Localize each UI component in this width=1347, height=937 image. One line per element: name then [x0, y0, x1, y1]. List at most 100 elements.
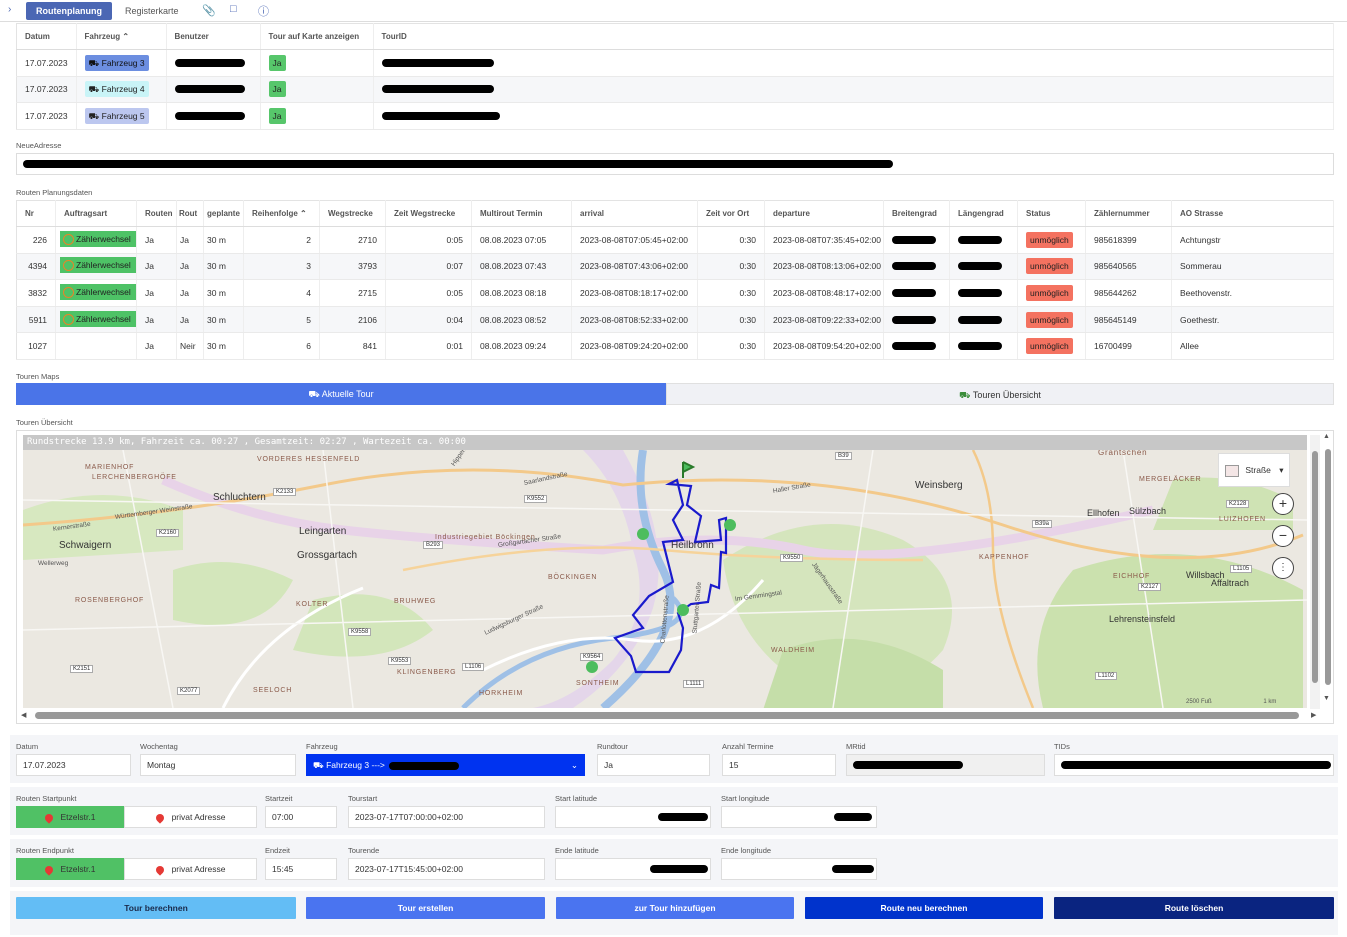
tab-routenplanung[interactable]: Routenplanung: [26, 2, 112, 20]
endzeit-input[interactable]: 15:45: [265, 858, 337, 880]
route-stop[interactable]: [724, 519, 736, 531]
zoom-in-button[interactable]: +: [1272, 493, 1294, 515]
inner-scrollbar-thumb[interactable]: [1312, 451, 1318, 683]
zoom-out-button[interactable]: −: [1272, 525, 1294, 547]
col-wegstrecke[interactable]: Wegstrecke: [319, 200, 386, 227]
cell-nr: 1027: [16, 332, 56, 360]
anzahl-termine-input[interactable]: 15: [722, 754, 836, 776]
karte-badge[interactable]: Ja: [268, 54, 286, 71]
layer-switcher[interactable]: Straße ▾: [1218, 453, 1290, 487]
table-row[interactable]: 5911 Zählerwechsel Ja Ja 30 m 5 2106 0:04 08.08.…: [16, 306, 1334, 334]
map-options-button[interactable]: ⋮: [1272, 557, 1294, 579]
caret-down-icon: ▾: [1279, 465, 1284, 475]
outer-scrollbar-thumb[interactable]: [1325, 449, 1331, 685]
route-stop[interactable]: [637, 528, 649, 540]
col-auftragsart[interactable]: Auftragsart: [55, 200, 137, 227]
scroll-left-icon[interactable]: ◀: [21, 711, 26, 719]
col-routen[interactable]: Routen: [136, 200, 177, 227]
col-reihenfolge[interactable]: Reihenfolge ⌃: [243, 200, 320, 227]
route-neu-berechnen-button[interactable]: Route neu berechnen: [805, 897, 1043, 919]
col-status[interactable]: Status: [1017, 200, 1086, 227]
redaction: [958, 315, 1002, 324]
tourstart-input[interactable]: 2023-07-17T07:00:00+02:00: [348, 806, 545, 828]
route-stop[interactable]: [677, 604, 689, 616]
table-row[interactable]: 3832 Zählerwechsel Ja Ja 30 m 4 2715 0:05 08.08.…: [16, 279, 1334, 307]
tab-touren-uebersicht[interactable]: ⛟ Touren Übersicht: [666, 383, 1334, 405]
vehicle-badge: ⛟ Fahrzeug 3: [84, 54, 149, 71]
start-latitude-input[interactable]: [555, 806, 711, 828]
col-fahrzeug[interactable]: Fahrzeug ⌃: [76, 23, 167, 50]
tour-erstellen-button[interactable]: Tour erstellen: [306, 897, 545, 919]
col-breitengrad[interactable]: Breitengrad: [883, 200, 950, 227]
inner-scrollbar[interactable]: [1310, 435, 1320, 709]
map-canvas[interactable]: Schluchtern Leingarten Grossgartach Schwaig…: [23, 450, 1307, 708]
route-loeschen-button[interactable]: Route löschen: [1054, 897, 1334, 919]
ende-latitude-input[interactable]: [555, 858, 711, 880]
karte-badge[interactable]: Ja: [268, 81, 286, 98]
comment-icon[interactable]: □: [230, 3, 237, 15]
auftragsart-badge: Zählerwechsel: [60, 257, 136, 274]
auftragsart-badge: Zählerwechsel: [60, 230, 136, 247]
horizontal-scrollbar[interactable]: ◀ ▶: [21, 711, 1321, 721]
col-multirout-termin[interactable]: Multirout Termin: [471, 200, 572, 227]
col-ao-strasse[interactable]: AO Strasse: [1171, 200, 1334, 227]
tids-input[interactable]: [1054, 754, 1334, 776]
route-stop[interactable]: [586, 661, 598, 673]
col-tourid[interactable]: TourID: [373, 23, 1335, 50]
paperclip-icon[interactable]: 📎: [202, 4, 216, 17]
col-zaehlernummer[interactable]: Zählernummer: [1085, 200, 1172, 227]
outer-scrollbar[interactable]: ▲ ▼: [1323, 433, 1333, 709]
col-laengengrad[interactable]: Längengrad: [949, 200, 1018, 227]
cell-weg: 2106: [319, 306, 386, 334]
scroll-down-icon[interactable]: ▼: [1323, 695, 1330, 702]
scroll-right-icon[interactable]: ▶: [1311, 711, 1316, 719]
scroll-up-icon[interactable]: ▲: [1323, 433, 1330, 440]
ende-longitude-label: Ende longitude: [721, 846, 772, 855]
col-tour-karte[interactable]: Tour auf Karte anzeigen: [260, 23, 374, 50]
col-zeit-wegstrecke[interactable]: Zeit Wegstrecke: [385, 200, 472, 227]
karte-badge[interactable]: Ja: [268, 107, 286, 124]
col-departure[interactable]: departure: [764, 200, 884, 227]
start-privat-toggle[interactable]: privat Adresse: [124, 806, 257, 828]
ende-longitude-input[interactable]: [721, 858, 877, 880]
cell-tourid: [373, 102, 1335, 130]
col-arrival[interactable]: arrival: [571, 200, 698, 227]
cell-fahrzeug: ⛟ Fahrzeug 3: [76, 49, 167, 77]
cell-benutzer: [166, 49, 261, 77]
col-nr[interactable]: Nr: [16, 200, 56, 227]
info-icon[interactable]: ⓘ: [258, 3, 269, 19]
datum-input[interactable]: 17.07.2023: [16, 754, 131, 776]
table-row[interactable]: 1027 Ja Neir 30 m 6 841 0:01 08.08.2023 09:24 20…: [16, 332, 1334, 360]
table-row[interactable]: 17.07.2023 ⛟ Fahrzeug 3 Ja: [16, 49, 1335, 77]
rundtour-input[interactable]: Ja: [597, 754, 710, 776]
tab-aktuelle-tour[interactable]: ⛟ Aktuelle Tour: [16, 383, 666, 405]
cell-lon: [949, 279, 1018, 307]
table-row[interactable]: 17.07.2023 ⛟ Fahrzeug 4 Ja: [16, 76, 1335, 104]
col-datum[interactable]: Datum: [16, 23, 77, 50]
cell-status: unmöglich: [1017, 279, 1086, 307]
startzeit-input[interactable]: 07:00: [265, 806, 337, 828]
tab-registerkarte[interactable]: Registerkarte: [115, 2, 189, 20]
chevron-right-icon[interactable]: ›: [8, 4, 11, 15]
start-home-toggle[interactable]: Etzelstr.1: [16, 806, 124, 828]
col-rout[interactable]: Rout: [176, 200, 204, 227]
end-privat-toggle[interactable]: privat Adresse: [124, 858, 257, 880]
zur-tour-hinzufuegen-button[interactable]: zur Tour hinzufügen: [556, 897, 794, 919]
wochentag-input[interactable]: Montag: [140, 754, 296, 776]
start-longitude-input[interactable]: [721, 806, 877, 828]
datum-label: Datum: [16, 742, 39, 751]
col-geplante[interactable]: geplante: [203, 200, 244, 227]
mrtid-input[interactable]: [846, 754, 1045, 776]
table-row[interactable]: 17.07.2023 ⛟ Fahrzeug 5 Ja: [16, 102, 1335, 130]
horizontal-scrollbar-thumb[interactable]: [35, 712, 1299, 719]
table-row[interactable]: 226 Zählerwechsel Ja Ja 30 m 2 2710 0:05 08.08.2…: [16, 226, 1334, 254]
tour-berechnen-button[interactable]: Tour berechnen: [16, 897, 296, 919]
neue-adresse-input[interactable]: [16, 153, 1334, 175]
end-home-toggle[interactable]: Etzelstr.1: [16, 858, 124, 880]
table-row[interactable]: 4394 Zählerwechsel Ja Ja 30 m 3 3793 0:07 08.08.…: [16, 253, 1334, 281]
cell-benutzer: [166, 102, 261, 130]
col-zeit-vor-ort[interactable]: Zeit vor Ort: [697, 200, 765, 227]
fahrzeug-select[interactable]: ⛟ Fahrzeug 3 ---> ⌄: [306, 754, 585, 776]
col-benutzer[interactable]: Benutzer: [166, 23, 261, 50]
tourende-input[interactable]: 2023-07-17T15:45:00+02:00: [348, 858, 545, 880]
